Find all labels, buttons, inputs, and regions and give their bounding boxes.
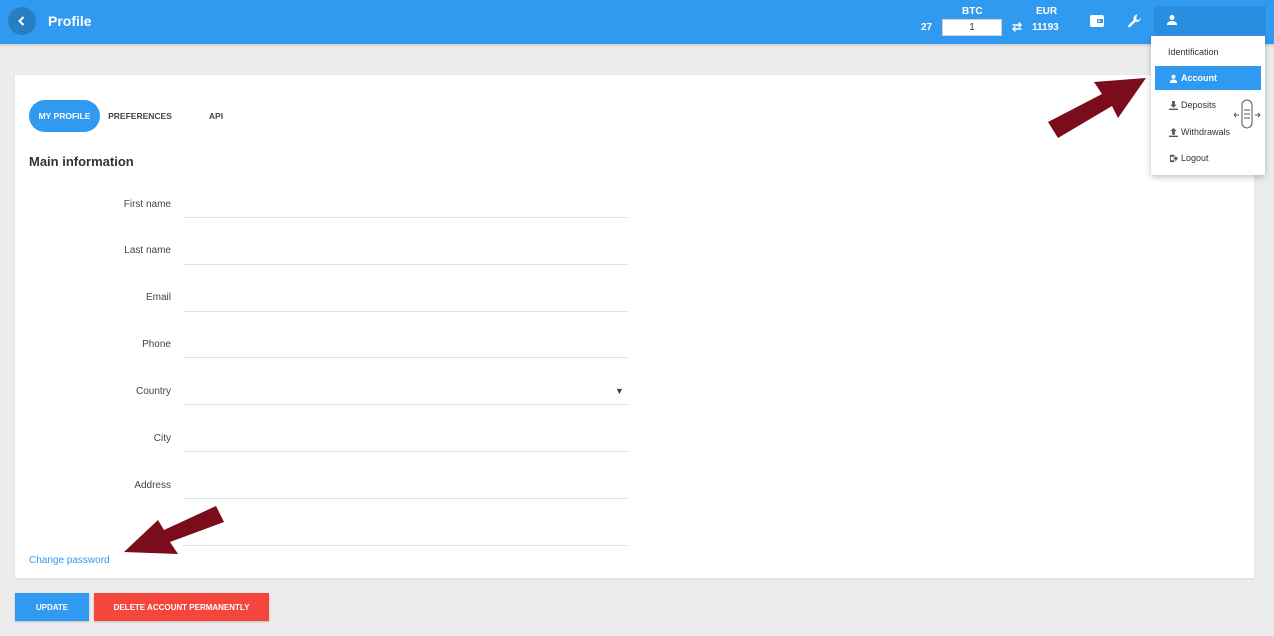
first-name-field[interactable] — [183, 197, 628, 215]
menu-item-label: Logout — [1181, 153, 1209, 163]
menu-item-account[interactable]: Account — [1155, 66, 1261, 90]
first-name-underline — [183, 217, 628, 218]
address-underline — [183, 498, 628, 499]
extra-underline — [183, 545, 628, 546]
phone-field[interactable] — [183, 337, 628, 355]
eur-label: EUR — [1036, 6, 1058, 17]
wallet-icon[interactable] — [1087, 11, 1107, 31]
wrench-icon[interactable] — [1125, 11, 1145, 31]
phone-underline — [183, 357, 628, 358]
last-name-underline — [183, 264, 628, 265]
country-select[interactable] — [183, 384, 628, 402]
city-underline — [183, 451, 628, 452]
menu-item-label: Deposits — [1181, 100, 1217, 110]
address-field[interactable] — [183, 478, 628, 496]
page-title: Profile — [48, 13, 92, 29]
tab-api[interactable]: API — [201, 100, 231, 132]
menu-item-identification[interactable]: Identification — [1155, 40, 1261, 64]
btc-label: BTC — [962, 6, 983, 17]
dropdown-arrow-icon[interactable]: ▼ — [615, 386, 624, 396]
tab-preferences[interactable]: PREFERENCES — [105, 100, 175, 132]
delete-account-button[interactable]: DELETE ACCOUNT PERMANENTLY — [94, 593, 269, 621]
email-label: Email — [145, 292, 171, 303]
person-icon — [1168, 73, 1178, 83]
last-name-field[interactable] — [183, 243, 628, 261]
chevron-left-icon — [18, 16, 25, 26]
country-underline — [183, 404, 628, 405]
eur-amount: 11193 — [1032, 22, 1059, 33]
email-underline — [183, 311, 628, 312]
city-field[interactable] — [183, 431, 628, 449]
annotation-arrow-icon — [1048, 78, 1146, 138]
conversion-amount-input[interactable] — [942, 19, 1002, 36]
first-name-label: First name — [123, 199, 171, 210]
menu-item-label: Withdrawals — [1181, 127, 1231, 137]
upload-icon — [1168, 127, 1178, 137]
last-name-label: Last name — [124, 245, 171, 256]
section-title: Main information — [29, 154, 134, 169]
swap-icon[interactable]: ⇄ — [1012, 20, 1022, 34]
menu-item-logout[interactable]: Logout — [1155, 146, 1261, 170]
logout-icon — [1168, 153, 1178, 163]
address-label: Address — [134, 480, 171, 491]
download-icon — [1168, 100, 1178, 110]
cursor-icon — [1233, 99, 1261, 129]
top-app-bar: Profile BTC EUR 27 ⇄ 11193 — [0, 0, 1274, 44]
email-field[interactable] — [183, 290, 628, 308]
country-label: Country — [135, 386, 171, 397]
update-button[interactable]: UPDATE — [15, 593, 89, 621]
menu-item-label: Account — [1181, 73, 1217, 83]
annotation-arrow-icon — [124, 506, 224, 554]
tab-my-profile[interactable]: MY PROFILE — [29, 100, 100, 132]
phone-label: Phone — [142, 339, 171, 350]
btc-amount: 27 — [921, 22, 933, 33]
menu-item-label: Identification — [1168, 47, 1219, 57]
user-menu-button[interactable] — [1154, 6, 1266, 34]
user-icon — [1167, 15, 1177, 25]
back-button[interactable] — [8, 7, 36, 35]
change-password-link[interactable]: Change password — [29, 555, 110, 566]
extra-field[interactable] — [183, 525, 628, 543]
city-label: City — [153, 433, 171, 444]
